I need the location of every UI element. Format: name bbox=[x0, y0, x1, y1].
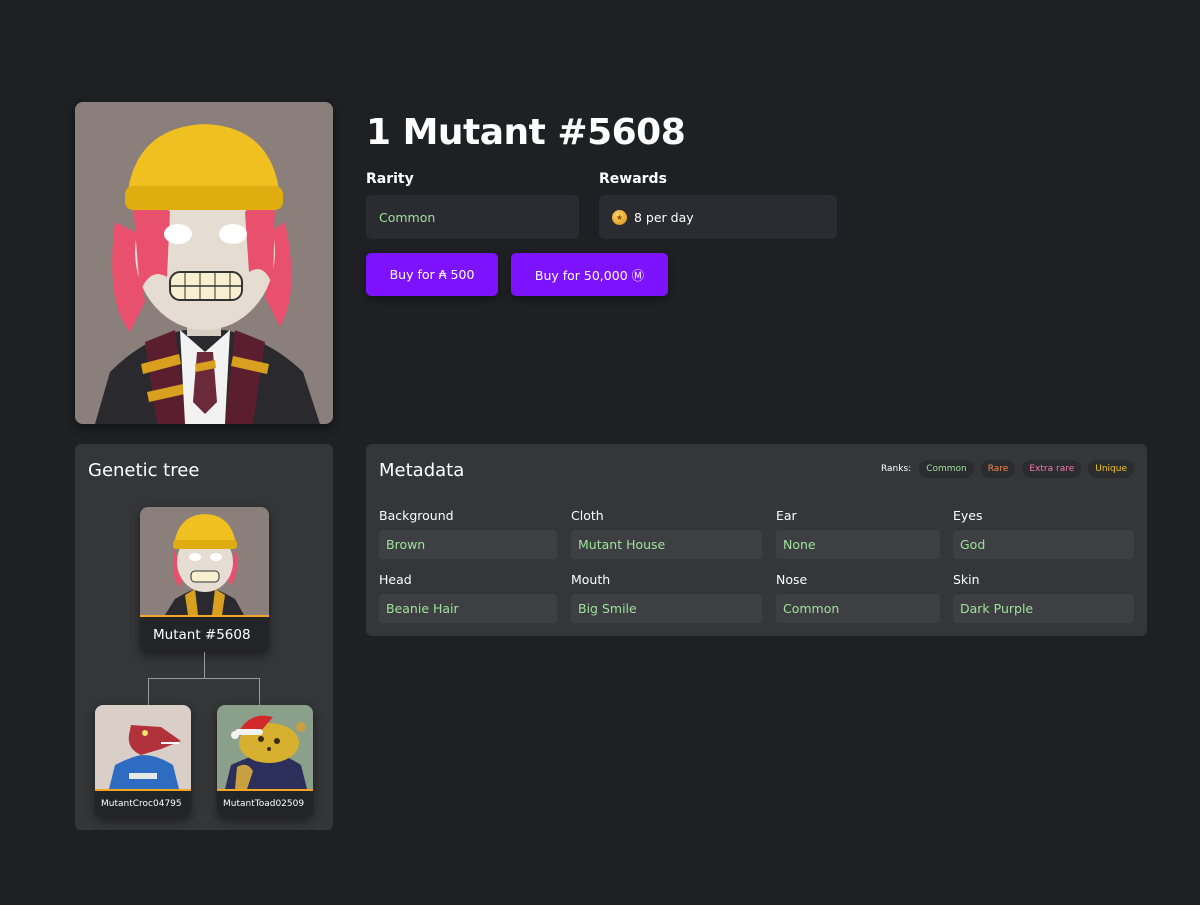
tree-node-parent-1[interactable]: MutantCroc04795 bbox=[95, 705, 191, 817]
metadata-panel: Metadata Ranks: Common Rare Extra rare U… bbox=[366, 444, 1147, 636]
attr-value-nose: Common bbox=[776, 594, 940, 623]
attr-value-head: Beanie Hair bbox=[379, 594, 557, 623]
rewards-value-box: ★ 8 per day bbox=[599, 195, 837, 239]
rank-chip-unique: Unique bbox=[1088, 460, 1134, 478]
rarity-label: Rarity bbox=[366, 171, 414, 187]
rarity-value: Common bbox=[379, 209, 436, 225]
tree-connector-right bbox=[259, 678, 260, 705]
tree-node-parent-2[interactable]: MutantToad02509 bbox=[217, 705, 313, 817]
attr-value-mouth: Big Smile bbox=[571, 594, 762, 623]
tree-node-main[interactable]: Mutant #5608 bbox=[140, 507, 269, 652]
ranks-legend: Ranks: Common Rare Extra rare Unique bbox=[881, 460, 1134, 478]
parent-2-name: MutantToad02509 bbox=[217, 789, 313, 817]
tree-connector-left bbox=[148, 678, 149, 705]
tree-connector-vertical bbox=[204, 652, 205, 678]
nft-artwork bbox=[75, 102, 333, 424]
parent-2-artwork bbox=[217, 705, 313, 789]
reward-coin-icon: ★ bbox=[612, 209, 627, 225]
genetic-tree-title: Genetic tree bbox=[88, 460, 200, 481]
rank-chip-extra-rare: Extra rare bbox=[1022, 460, 1082, 478]
parent-1-name: MutantCroc04795 bbox=[95, 789, 191, 817]
page-title: 1 Mutant #5608 bbox=[366, 112, 686, 153]
ranks-label: Ranks: bbox=[880, 464, 912, 474]
rank-chip-common: Common bbox=[919, 460, 974, 478]
parent-1-artwork bbox=[95, 705, 191, 789]
rewards-label: Rewards bbox=[599, 171, 667, 187]
rewards-value: 8 per day bbox=[634, 209, 694, 225]
attr-value-cloth: Mutant House bbox=[571, 530, 762, 559]
genetic-tree-panel: Genetic tree Mutant #5608 MutantCroc0479… bbox=[75, 444, 333, 830]
attr-label-background: Background bbox=[379, 508, 454, 523]
tree-connector-horizontal bbox=[148, 678, 260, 679]
croc-thumbnail-image bbox=[95, 705, 191, 789]
metadata-title: Metadata bbox=[379, 460, 465, 481]
mutant-thumbnail-image bbox=[140, 507, 269, 615]
attr-value-ear: None bbox=[776, 530, 940, 559]
attr-value-eyes: God bbox=[953, 530, 1134, 559]
attr-label-eyes: Eyes bbox=[953, 508, 983, 523]
attr-label-cloth: Cloth bbox=[571, 508, 604, 523]
main-node-artwork bbox=[140, 507, 269, 615]
attr-label-nose: Nose bbox=[776, 572, 808, 587]
attr-label-head: Head bbox=[379, 572, 412, 587]
main-node-name: Mutant #5608 bbox=[140, 615, 269, 652]
attr-value-skin: Dark Purple bbox=[953, 594, 1134, 623]
mutant-portrait-image bbox=[75, 102, 333, 424]
attr-label-skin: Skin bbox=[953, 572, 980, 587]
toad-thumbnail-image bbox=[217, 705, 313, 789]
attr-label-mouth: Mouth bbox=[571, 572, 611, 587]
buy-ada-button[interactable]: Buy for ₳ 500 bbox=[366, 253, 498, 296]
rank-chip-rare: Rare bbox=[980, 460, 1016, 478]
rarity-value-box: Common bbox=[366, 195, 579, 239]
buy-token-button[interactable]: Buy for 50,000 Ⓜ bbox=[511, 253, 668, 296]
attr-label-ear: Ear bbox=[776, 508, 797, 523]
attr-value-background: Brown bbox=[379, 530, 557, 559]
